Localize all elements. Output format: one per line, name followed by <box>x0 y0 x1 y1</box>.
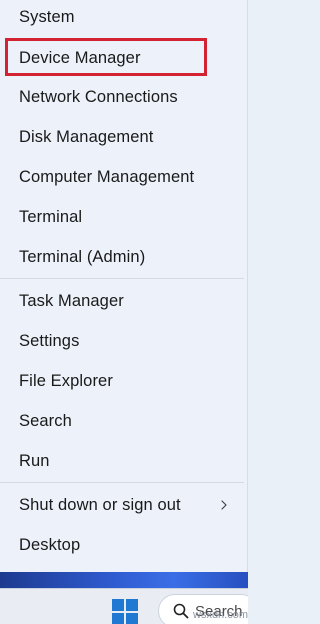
menu-item-computer-management[interactable]: Computer Management <box>0 159 244 195</box>
menu-item-shut-down-or-sign-out[interactable]: Shut down or sign out <box>0 487 244 523</box>
menu-item-label: Terminal <box>19 207 83 226</box>
search-placeholder: Search <box>195 602 243 620</box>
menu-item-network-connections[interactable]: Network Connections <box>0 79 244 115</box>
taskbar-search-box[interactable]: Search <box>158 594 248 624</box>
start-button[interactable] <box>106 594 146 624</box>
quick-link-menu: System Device Manager Network Connection… <box>0 0 248 572</box>
windows-logo-icon <box>112 599 138 624</box>
menu-item-file-explorer[interactable]: File Explorer <box>0 363 244 399</box>
menu-item-terminal-admin[interactable]: Terminal (Admin) <box>0 239 244 275</box>
menu-item-label: Search <box>19 411 72 430</box>
menu-item-label: Task Manager <box>19 291 124 310</box>
menu-item-task-manager[interactable]: Task Manager <box>0 283 244 319</box>
menu-item-label: Shut down or sign out <box>19 495 181 514</box>
menu-item-label: Desktop <box>19 535 81 554</box>
menu-item-label: System <box>19 7 75 26</box>
menu-item-disk-management[interactable]: Disk Management <box>0 119 244 155</box>
chevron-right-icon <box>221 500 227 510</box>
menu-item-desktop[interactable]: Desktop <box>0 527 244 563</box>
menu-item-label: Computer Management <box>19 167 195 186</box>
desktop-wallpaper <box>0 572 248 588</box>
menu-item-label: Disk Management <box>19 127 154 146</box>
menu-item-label: File Explorer <box>19 371 113 390</box>
menu-item-settings[interactable]: Settings <box>0 323 244 359</box>
menu-item-device-manager[interactable]: Device Manager <box>0 40 244 76</box>
taskbar: Search <box>0 572 248 624</box>
search-icon <box>173 603 189 619</box>
menu-item-system[interactable]: System <box>0 0 244 34</box>
menu-item-search[interactable]: Search <box>0 403 244 439</box>
menu-item-label: Run <box>19 451 50 470</box>
menu-item-terminal[interactable]: Terminal <box>0 199 244 235</box>
menu-divider <box>0 482 244 483</box>
menu-item-label: Settings <box>19 331 80 350</box>
menu-divider <box>0 278 244 279</box>
menu-item-run[interactable]: Run <box>0 443 244 479</box>
menu-item-label: Terminal (Admin) <box>19 247 146 266</box>
menu-item-label: Device Manager <box>19 48 141 67</box>
menu-item-label: Network Connections <box>19 87 178 106</box>
